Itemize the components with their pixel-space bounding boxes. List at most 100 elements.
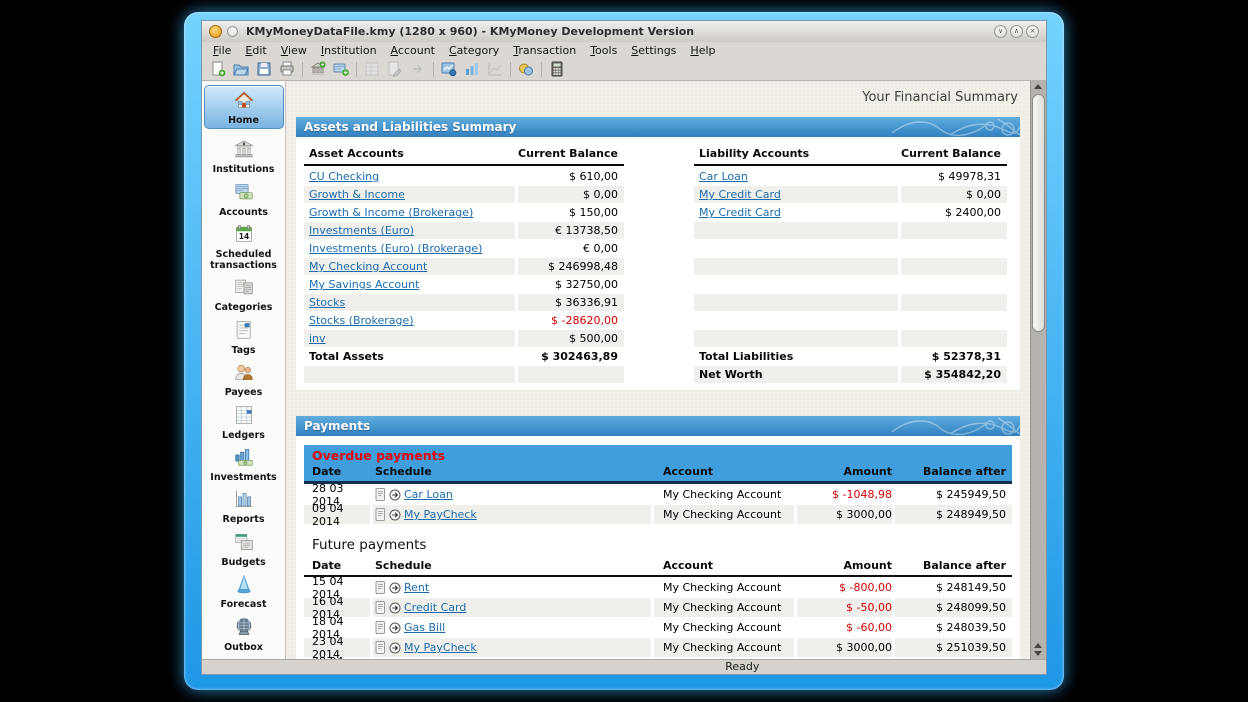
sidebar-item-scheduled-transactions[interactable]: 14Scheduled transactions: [204, 223, 284, 271]
new-institution-icon[interactable]: [308, 59, 328, 79]
edit-schedule-icon[interactable]: [375, 488, 386, 501]
balance-cell: [901, 258, 1007, 275]
accounts-report-icon[interactable]: [439, 59, 459, 79]
menu-help[interactable]: Help: [684, 44, 721, 57]
sidebar-item-label: Ledgers: [222, 431, 265, 441]
minimize-button[interactable]: ∨: [994, 25, 1007, 38]
column-header-schedule: Schedule: [373, 465, 651, 478]
window-menu-icon[interactable]: [227, 26, 238, 37]
scroll-up-icon[interactable]: [1034, 643, 1042, 648]
payments-header: Payments: [296, 419, 370, 433]
enter-schedule-icon[interactable]: [389, 622, 401, 634]
print-icon[interactable]: [277, 59, 297, 79]
edit-schedule-icon[interactable]: [375, 621, 386, 634]
scroll-up-icon[interactable]: [1034, 84, 1042, 89]
schedule-link[interactable]: My PayCheck: [404, 508, 477, 521]
account-name-cell: My Credit Card: [694, 186, 898, 203]
asset-account-link[interactable]: Growth & Income: [309, 188, 405, 201]
line-chart-icon: [485, 59, 505, 79]
payment-schedule-cell: Gas Bill: [373, 618, 651, 637]
investments-chart-icon[interactable]: [462, 59, 482, 79]
menu-edit[interactable]: Edit: [239, 44, 272, 57]
asset-account-link[interactable]: Stocks: [309, 296, 345, 309]
sidebar-item-forecast[interactable]: Forecast: [204, 573, 284, 610]
titlebar[interactable]: KMyMoneyDataFile.kmy (1280 x 960) - KMyM…: [202, 21, 1046, 42]
account-name-cell: Total Liabilities: [694, 348, 898, 365]
asset-account-link[interactable]: Growth & Income (Brokerage): [309, 206, 473, 219]
sidebar-item-payees[interactable]: Payees: [204, 361, 284, 398]
edit-schedule-icon[interactable]: [375, 508, 386, 521]
sidebar-item-investments[interactable]: Investments: [204, 446, 284, 483]
sidebar-item-ledgers[interactable]: Ledgers: [204, 404, 284, 441]
edit-schedule-icon[interactable]: [375, 641, 386, 654]
schedule-link[interactable]: Credit Card: [404, 601, 466, 614]
liability-account-link[interactable]: Car Loan: [699, 170, 748, 183]
balance-value: $ 500,00: [569, 332, 618, 345]
balance-cell: $ 36336,91: [518, 294, 624, 311]
asset-account-link[interactable]: Investments (Euro): [309, 224, 414, 237]
menu-institution[interactable]: Institution: [315, 44, 383, 57]
save-icon[interactable]: [254, 59, 274, 79]
asset-account-link[interactable]: Investments (Euro) (Brokerage): [309, 242, 482, 255]
payments-banner: Payments: [296, 416, 1020, 436]
schedule-link[interactable]: Rent: [404, 581, 429, 594]
schedule-link[interactable]: Gas Bill: [404, 621, 445, 634]
payment-account-cell: My Checking Account: [654, 578, 794, 597]
sidebar-item-accounts[interactable]: Accounts: [204, 181, 284, 218]
enter-schedule-icon[interactable]: [389, 489, 401, 501]
empty-row: [304, 366, 624, 383]
sidebar-item-reports[interactable]: Reports: [204, 488, 284, 525]
edit-schedule-icon[interactable]: [375, 581, 386, 594]
liability-account-link[interactable]: My Credit Card: [699, 188, 781, 201]
asset-account-link[interactable]: CU Checking: [309, 170, 379, 183]
menu-account[interactable]: Account: [385, 44, 441, 57]
balance-value: $ 246998,48: [548, 260, 618, 273]
new-account-icon[interactable]: [331, 59, 351, 79]
vertical-scrollbar[interactable]: [1030, 81, 1046, 659]
column-header-amount: Amount: [797, 465, 892, 478]
scrollbar-thumb[interactable]: [1032, 94, 1045, 332]
institutions-icon: [233, 138, 255, 164]
new-file-icon[interactable]: [208, 59, 228, 79]
close-button[interactable]: ×: [1026, 25, 1039, 38]
open-file-icon[interactable]: [231, 59, 251, 79]
menu-file[interactable]: File: [207, 44, 237, 57]
maximize-button[interactable]: ∧: [1010, 25, 1023, 38]
menu-settings[interactable]: Settings: [625, 44, 682, 57]
edit-schedule-icon[interactable]: [375, 601, 386, 614]
payment-amount-cell: $ 3000,00: [797, 505, 892, 524]
menu-view[interactable]: View: [275, 44, 313, 57]
empty-row: [694, 276, 1007, 293]
sidebar-item-institutions[interactable]: Institutions: [204, 138, 284, 175]
balance-value: $ 52378,31: [932, 350, 1001, 363]
liability-account-link[interactable]: My Credit Card: [699, 206, 781, 219]
schedule-link[interactable]: Car Loan: [404, 488, 453, 501]
asset-account-link[interactable]: My Savings Account: [309, 278, 419, 291]
payment-amount-cell: $ -50,00: [797, 598, 892, 617]
sidebar-item-tags[interactable]: Tags: [204, 319, 284, 356]
enter-schedule-icon[interactable]: [389, 582, 401, 594]
schedule-link[interactable]: My PayCheck: [404, 641, 477, 654]
calculator-icon[interactable]: [547, 59, 567, 79]
sidebar-item-label: Categories: [215, 303, 273, 313]
menu-category[interactable]: Category: [443, 44, 505, 57]
enter-schedule-icon[interactable]: [389, 602, 401, 614]
edit-schedule-icon: [385, 59, 405, 79]
enter-schedule-icon[interactable]: [389, 642, 401, 654]
enter-schedule-icon[interactable]: [389, 509, 401, 521]
view-sidebar: Home Institutions Accounts 14Scheduled tran…: [202, 81, 286, 659]
column-header-current-balance: Current Balance: [514, 147, 624, 160]
asset-account-link[interactable]: Stocks (Brokerage): [309, 314, 414, 327]
asset-account-link[interactable]: inv: [309, 332, 326, 345]
balance-cell: € 0,00: [518, 240, 624, 257]
sidebar-item-budgets[interactable]: Budgets: [204, 531, 284, 568]
sidebar-item-categories[interactable]: Categories: [204, 276, 284, 313]
currency-icon[interactable]: [516, 59, 536, 79]
asset-account-link[interactable]: My Checking Account: [309, 260, 427, 273]
sidebar-item-outbox[interactable]: Outbox: [204, 616, 284, 653]
sidebar-item-home[interactable]: Home: [204, 85, 284, 129]
menu-transaction[interactable]: Transaction: [507, 44, 582, 57]
menu-tools[interactable]: Tools: [584, 44, 623, 57]
scroll-down-icon[interactable]: [1034, 651, 1042, 656]
account-name-cell: Growth & Income (Brokerage): [304, 204, 515, 221]
